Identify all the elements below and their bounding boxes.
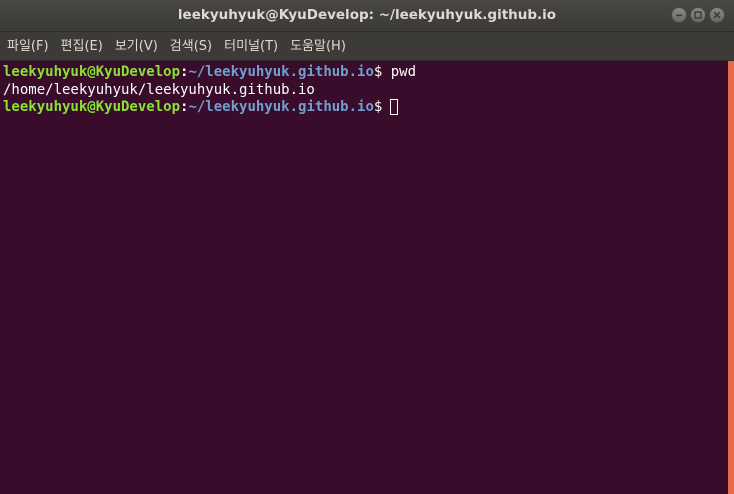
terminal-area[interactable]: leekyuhyuk@KyuDevelop:~/leekyuhyuk.githu… — [0, 61, 728, 494]
prompt-symbol: $ — [373, 99, 383, 115]
menu-edit[interactable]: 편집(E) — [58, 32, 106, 61]
minimize-icon — [676, 14, 682, 17]
prompt-path: ~/leekyuhyuk.github.io — [188, 99, 374, 115]
prompt-user-host: leekyuhyuk@KyuDevelop — [3, 64, 181, 80]
text-cursor — [390, 99, 399, 115]
maximize-button[interactable] — [690, 7, 706, 23]
terminal-line: /home/leekyuhyuk/leekyuhyuk.github.io — [3, 82, 728, 100]
menu-terminal[interactable]: 터미널(T) — [221, 32, 281, 61]
prompt-symbol: $ — [373, 64, 391, 80]
menu-bar: 파일(F) 편집(E) 보기(V) 검색(S) 터미널(T) 도움말(H) — [0, 32, 734, 61]
command-text: pwd — [390, 64, 417, 80]
menu-file[interactable]: 파일(F) — [4, 32, 52, 61]
terminal-line: leekyuhyuk@KyuDevelop:~/leekyuhyuk.githu… — [3, 99, 728, 117]
menu-help[interactable]: 도움말(H) — [287, 32, 349, 61]
window-controls — [671, 7, 725, 25]
menu-search[interactable]: 검색(S) — [167, 32, 215, 61]
terminal-window: leekyuhyuk@KyuDevelop: ~/leekyuhyuk.gith… — [0, 0, 734, 494]
terminal-line: leekyuhyuk@KyuDevelop:~/leekyuhyuk.githu… — [3, 64, 728, 82]
menu-view[interactable]: 보기(V) — [112, 32, 161, 61]
command-output: /home/leekyuhyuk/leekyuhyuk.github.io — [3, 81, 315, 98]
prompt-user-host: leekyuhyuk@KyuDevelop — [3, 99, 181, 115]
scrollbar[interactable] — [728, 61, 734, 494]
close-button[interactable] — [709, 7, 725, 23]
prompt-path: ~/leekyuhyuk.github.io — [188, 64, 374, 80]
minimize-button[interactable] — [671, 7, 687, 23]
close-icon — [713, 11, 721, 19]
title-bar[interactable]: leekyuhyuk@KyuDevelop: ~/leekyuhyuk.gith… — [0, 0, 734, 32]
maximize-icon — [694, 11, 702, 19]
window-title: leekyuhyuk@KyuDevelop: ~/leekyuhyuk.gith… — [177, 7, 557, 23]
